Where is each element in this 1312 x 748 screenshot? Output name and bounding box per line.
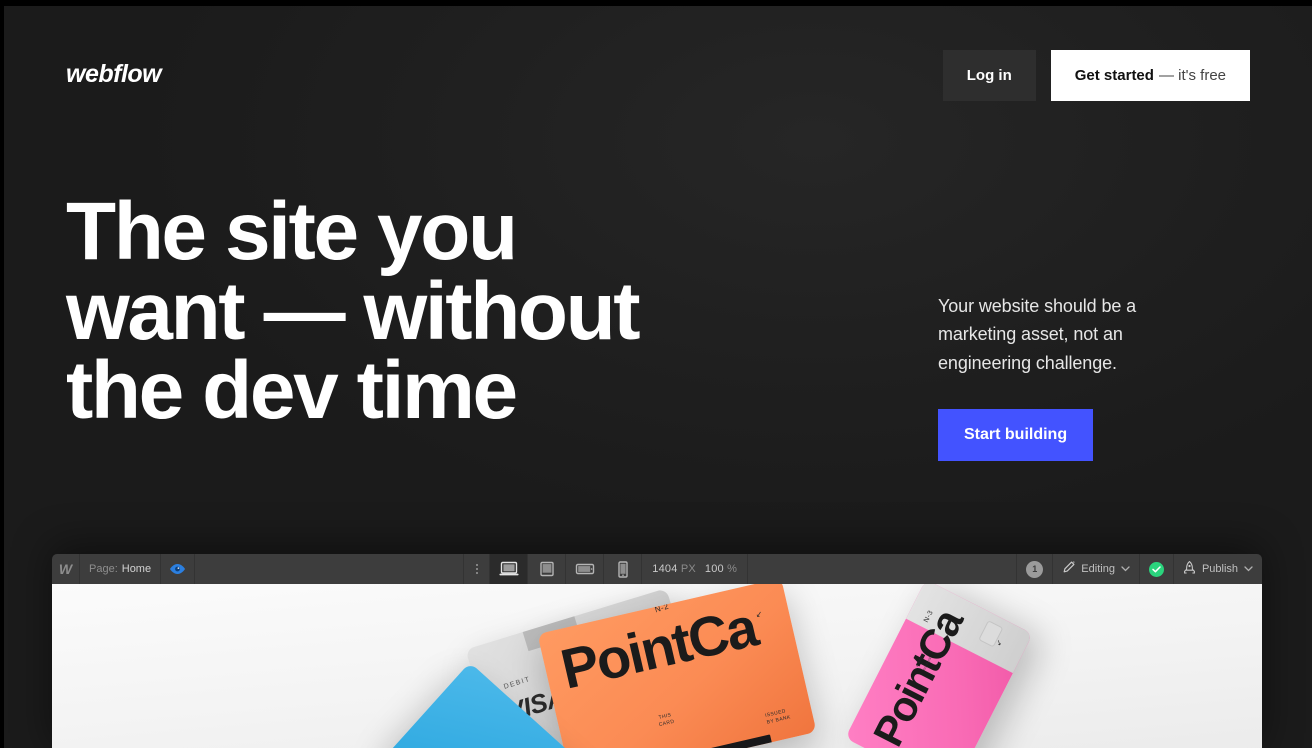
preview-toggle[interactable] [161, 554, 196, 584]
canvas-width-unit: PX [680, 563, 696, 575]
designer-logo-mark[interactable]: W [52, 554, 80, 584]
mobile-portrait-icon [616, 560, 630, 578]
breakpoint-mobile-portrait[interactable] [604, 554, 643, 584]
card-pink: N-3 PointCa ↙ ===== ===== [845, 584, 1033, 748]
avatar: 1 [1026, 560, 1044, 578]
publish-status[interactable] [1140, 554, 1174, 584]
card-orange-fine-print-2: ISSUED BY BANK [764, 708, 792, 726]
breakpoint-tablet[interactable] [528, 554, 567, 584]
designer-canvas[interactable]: DEBIT VISA N-2 PointCa ↙ THIS CARD ISSUED… [52, 584, 1262, 748]
hero-section: webflow Log in Get started — it's free T… [4, 6, 1312, 748]
get-started-sublabel: — it's free [1158, 67, 1226, 84]
webflow-logo[interactable]: webflow [66, 60, 162, 89]
headline-line-3: the dev time [66, 345, 518, 437]
page-selector-label: Page: [89, 563, 118, 575]
tablet-icon [538, 561, 556, 577]
webflow-designer-window: W Page: Home 1404 PX 100 % 1 Editing Pub… [52, 554, 1262, 748]
chevron-down-icon [1121, 563, 1130, 575]
page-title: The site you want — without the dev time [66, 186, 766, 437]
get-started-button[interactable]: Get started — it's free [1050, 50, 1250, 101]
headline-line-1: The site you [66, 186, 518, 277]
top-navigation: webflow Log in Get started — it's free [4, 6, 1312, 146]
mode-label: Editing [1081, 563, 1115, 575]
hero-subcopy: Your website should be a marketing asset… [938, 296, 1137, 373]
eye-icon [170, 564, 186, 574]
start-building-button[interactable]: Start building [938, 408, 1094, 461]
zoom-unit: % [727, 563, 738, 575]
desktop-icon [499, 561, 519, 577]
pencil-icon [1062, 561, 1075, 577]
publish-button[interactable]: Publish [1174, 554, 1262, 584]
log-in-button[interactable]: Log in [942, 50, 1036, 101]
nav-actions: Log in Get started — it's free [942, 50, 1250, 101]
breakpoint-desktop[interactable] [490, 554, 529, 584]
designer-toolbar: W Page: Home 1404 PX 100 % 1 Editing Pub… [52, 554, 1262, 584]
get-started-label: Get started [1074, 67, 1154, 84]
canvas-dimensions[interactable]: 1404 PX 100 % [642, 554, 749, 584]
card-orange: N-2 PointCa ↙ THIS CARD ISSUED BY BANK [537, 584, 817, 748]
page-selector-value: Home [121, 563, 152, 575]
page-root: webflow Log in Get started — it's free T… [0, 0, 1312, 748]
publish-label: Publish [1201, 563, 1239, 575]
check-circle-icon [1148, 561, 1164, 577]
mobile-landscape-icon [575, 562, 595, 576]
chevron-down-icon-publish [1244, 563, 1253, 575]
kebab-menu-icon[interactable] [464, 554, 491, 584]
toolbar-spacer-right [748, 554, 1018, 584]
page-selector[interactable]: Page: Home [80, 554, 162, 584]
zoom-value: 100 [704, 563, 724, 575]
collaborators-avatar[interactable]: 1 [1017, 554, 1054, 584]
card-pink-name: PointCa [863, 603, 972, 748]
card-orange-magstripe [686, 734, 773, 748]
mode-selector[interactable]: Editing [1053, 554, 1140, 584]
rocket-icon [1183, 560, 1196, 578]
card-orange-arrow: ↙ [754, 609, 764, 620]
hero-copy-block: Your website should be a marketing asset… [938, 292, 1190, 461]
card-orange-fine-print-1: THIS CARD [658, 712, 675, 728]
canvas-width-value: 1404 [652, 563, 678, 575]
toolbar-spacer-left [195, 554, 465, 584]
breakpoint-mobile-landscape[interactable] [566, 554, 605, 584]
card-visa-debit-label: DEBIT [503, 675, 532, 691]
headline-line-2: want — without [66, 265, 641, 357]
